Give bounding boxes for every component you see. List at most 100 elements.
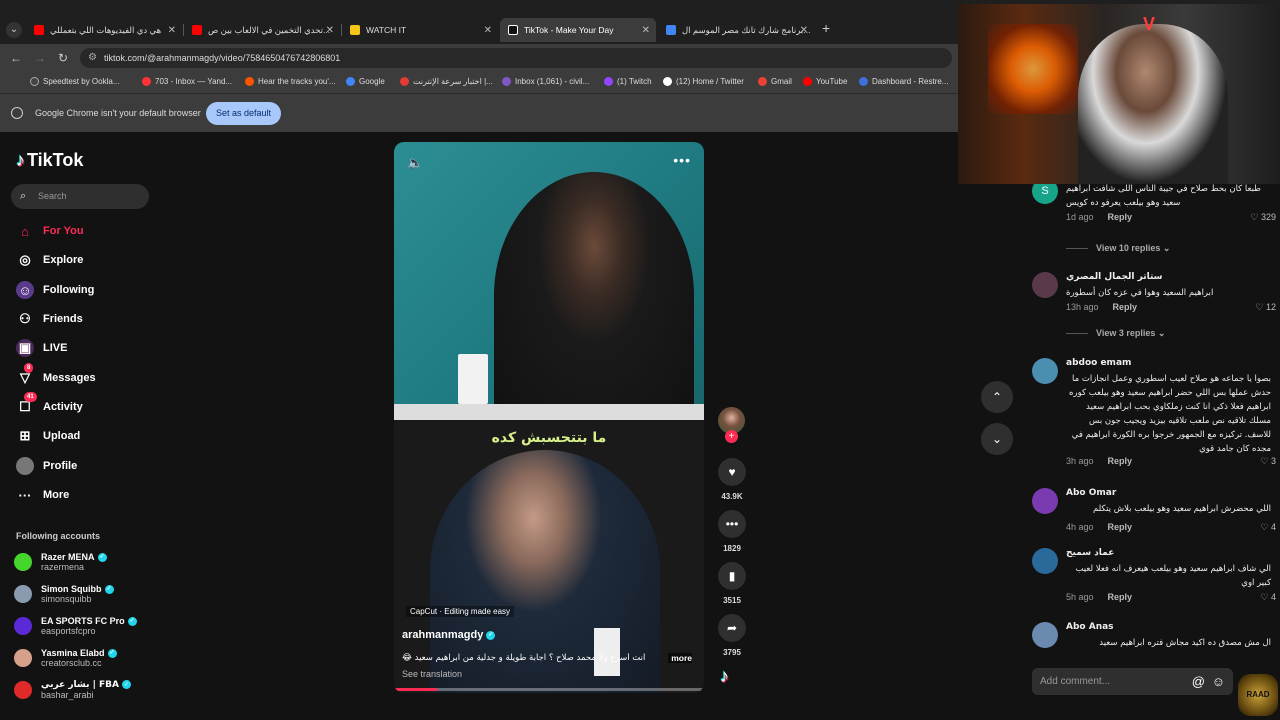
bookmark-label: Dashboard - Restre... <box>872 77 949 86</box>
bookmark-yandex[interactable]: 703 - Inbox — Yand... <box>142 77 232 86</box>
comment-like[interactable]: ♡ 12 <box>1255 302 1276 313</box>
nav-more[interactable]: ··· More <box>16 485 70 505</box>
tab-shark-tank[interactable]: برنامج شارك تانك مصر الموسم ال... ✕ <box>658 18 814 42</box>
avatar <box>1032 622 1058 648</box>
tiktok-note-icon[interactable]: ♪ <box>720 666 729 687</box>
bookmark-twitter[interactable]: (12) Home / Twitter <box>663 77 744 86</box>
comment-button[interactable]: ••• 1829 <box>715 510 749 553</box>
messages-badge: 8 <box>24 363 34 373</box>
bookmark-restream[interactable]: Dashboard - Restre... <box>859 77 948 86</box>
view-replies-button[interactable]: View 10 replies ⌄ <box>1066 243 1170 254</box>
close-tab-icon[interactable]: ✕ <box>642 25 650 36</box>
nav-activity[interactable]: ☐ 41 Activity <box>16 392 83 417</box>
comment-author[interactable]: ستاتر الجمال المصري <box>1066 272 1163 282</box>
following-account[interactable]: Simon Squibb ✓ simonsquibb <box>14 580 114 608</box>
tab-youtube-1[interactable]: هي دي الفيديوهات اللي بتعمللي ✕ <box>26 18 182 42</box>
emoji-icon[interactable]: ☺ <box>1212 668 1225 695</box>
tab-search-dropdown[interactable]: ⌄ <box>6 22 22 38</box>
next-video-button[interactable]: ⌄ <box>981 423 1013 455</box>
comment-author[interactable]: Abo Omar <box>1066 488 1116 498</box>
view-replies-button[interactable]: View 3 replies ⌄ <box>1066 328 1165 339</box>
previous-video-button[interactable]: ⌃ <box>981 381 1013 413</box>
bookmark-speedtest[interactable]: Speedtest by Ookla... <box>30 77 120 86</box>
avatar <box>1032 358 1058 384</box>
bookmark-gmail[interactable]: Gmail <box>758 77 792 86</box>
like-button[interactable]: ♥ 43.9K <box>715 458 749 501</box>
nav-label: Messages <box>43 372 96 384</box>
tab-youtube-2[interactable]: تحدي التخمين في الالعاب بين ص... ✕ <box>184 18 340 42</box>
nav-explore[interactable]: ◎ Explore <box>16 250 83 270</box>
following-account[interactable]: Yasmina Elabd ✓ creatorsclub.cc <box>14 644 117 672</box>
reply-button[interactable]: Reply <box>1108 592 1133 602</box>
bookmark-google[interactable]: Google <box>346 77 385 86</box>
avatar <box>14 553 32 571</box>
capcut-tag[interactable]: CapCut · Editing made easy <box>406 606 515 617</box>
more-options-icon[interactable]: ••• <box>673 152 691 168</box>
messages-icon: ▽ 8 <box>16 363 34 387</box>
nav-upload[interactable]: ⊞ Upload <box>16 426 81 446</box>
raad-logo-text: RAAD <box>1246 690 1270 699</box>
tiktok-logo[interactable]: ♪ TikTok <box>16 150 83 171</box>
volume-icon[interactable]: 🔈 <box>407 155 423 171</box>
comment-author[interactable]: عماد سميح <box>1066 548 1114 558</box>
nav-label: Explore <box>43 254 84 266</box>
avatar <box>1032 488 1058 514</box>
share-button[interactable]: ➦ 3795 <box>715 614 749 657</box>
close-tab-icon[interactable]: ✕ <box>800 25 808 36</box>
tab-tiktok[interactable]: TikTok - Make Your Day ✕ <box>500 18 656 42</box>
reply-button[interactable]: Reply <box>1108 456 1133 466</box>
nav-following[interactable]: ☺ Following <box>16 280 94 300</box>
follow-plus-icon[interactable]: + <box>725 430 738 443</box>
search-input[interactable]: ⌕ Search <box>11 184 149 209</box>
set-default-button[interactable]: Set as default <box>206 102 281 125</box>
caption-more-button[interactable]: more <box>668 653 692 663</box>
reply-button[interactable]: Reply <box>1113 302 1138 312</box>
tab-title: هي دي الفيديوهات اللي بتعمللي <box>50 24 162 35</box>
video-progress-bar[interactable] <box>394 688 704 691</box>
bookmark-label: Inbox (1,061) - civil... <box>515 77 590 86</box>
comment-like[interactable]: ♡ 4 <box>1260 522 1276 533</box>
reload-icon[interactable]: ↻ <box>58 51 68 65</box>
site-settings-icon[interactable]: ⚙ <box>88 48 97 68</box>
save-button[interactable]: ▮ 3515 <box>715 562 749 605</box>
tab-watchit[interactable]: WATCH IT ✕ <box>342 18 498 42</box>
comment-author[interactable]: Abo Anas <box>1066 622 1114 632</box>
see-translation-link[interactable]: See translation <box>402 669 462 679</box>
verified-icon: ✓ <box>127 617 137 627</box>
close-tab-icon[interactable]: ✕ <box>326 25 334 36</box>
close-tab-icon[interactable]: ✕ <box>168 25 176 36</box>
nav-messages[interactable]: ▽ 8 Messages <box>16 363 96 388</box>
comment-time: 4h ago <box>1066 522 1094 532</box>
yandex-icon <box>142 77 151 86</box>
following-account[interactable]: Razer MENA ✓ razermena <box>14 548 107 576</box>
add-comment-input[interactable]: Add comment... @ ☺ <box>1032 668 1233 695</box>
forward-icon[interactable]: → <box>34 51 46 65</box>
like-count: 3 <box>1270 456 1276 466</box>
video-player[interactable]: ما بتتحسبش كده 🔈 ••• CapCut · Editing ma… <box>394 142 704 693</box>
nav-live[interactable]: ▣ LIVE <box>16 338 67 358</box>
comment-like[interactable]: ♡ 4 <box>1260 592 1276 603</box>
back-icon[interactable]: ← <box>10 51 22 65</box>
address-bar[interactable]: ⚙ tiktok.com/@arahmanmagdy/video/7584650… <box>80 48 952 68</box>
comment-author[interactable]: abdoo emam <box>1066 358 1131 368</box>
reply-button[interactable]: Reply <box>1108 522 1133 532</box>
following-account[interactable]: بشار عربي | FBA ✓ bashar_arabi <box>14 676 131 704</box>
bookmark-soundcloud[interactable]: Hear the tracks you'... <box>245 77 336 86</box>
comment-like[interactable]: ♡ 329 <box>1250 212 1276 223</box>
new-tab-button[interactable]: + <box>822 20 830 36</box>
bookmark-inbox[interactable]: Inbox (1,061) - civil... <box>502 77 589 86</box>
reply-button[interactable]: Reply <box>1108 212 1133 222</box>
video-author[interactable]: arahmanmagdy ✓ <box>402 629 496 641</box>
bookmark-speedtest-ar[interactable]: اختبار سرعة الإنترنت |... <box>400 77 493 86</box>
mention-icon[interactable]: @ <box>1192 668 1205 695</box>
close-tab-icon[interactable]: ✕ <box>484 25 492 36</box>
comment-like[interactable]: ♡ 3 <box>1260 456 1276 467</box>
nav-for-you[interactable]: ⌂ For You <box>16 221 83 241</box>
nav-profile[interactable]: Profile <box>16 456 77 476</box>
bookmark-twitch[interactable]: (1) Twitch <box>604 77 652 86</box>
nav-friends[interactable]: ⚇ Friends <box>16 309 83 329</box>
account-name: EA SPORTS FC Pro <box>41 615 125 626</box>
following-account[interactable]: EA SPORTS FC Pro ✓ easportsfcpro <box>14 612 137 640</box>
gmail-icon <box>758 77 767 86</box>
bookmark-youtube[interactable]: YouTube <box>803 77 847 86</box>
